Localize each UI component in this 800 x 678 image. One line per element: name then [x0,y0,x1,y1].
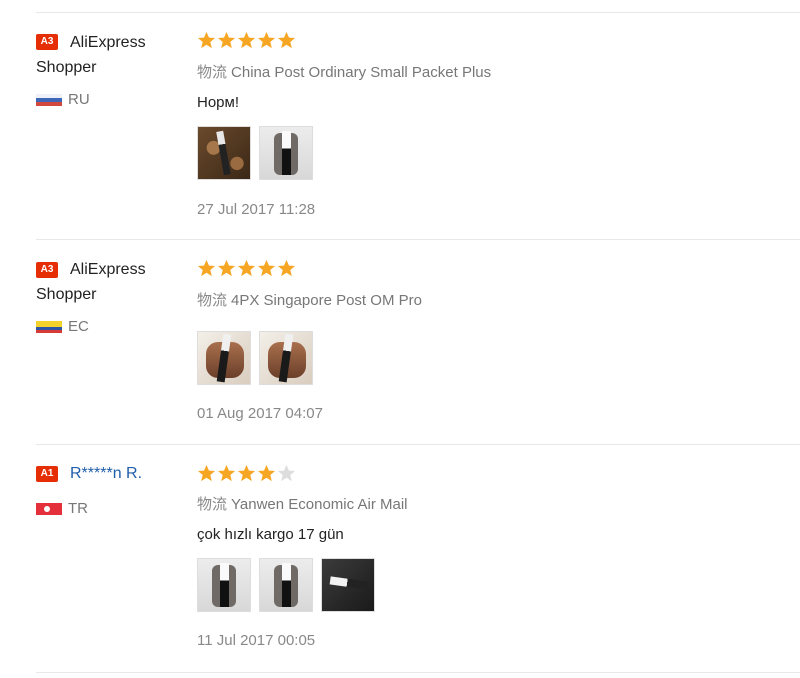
country-code: TR [68,500,88,517]
review-date: 11 Jul 2017 00:05 [197,632,316,649]
review-comment: Норм! [197,94,239,111]
review-photo-thumbnail[interactable] [321,558,375,612]
country-code: RU [68,91,90,108]
review-photos [197,126,313,180]
russia-flag-icon [36,93,62,106]
review-photos [197,558,375,612]
review-photo-thumbnail[interactable] [259,558,313,612]
review-photo-thumbnail[interactable] [259,126,313,180]
star-filled-icon [217,464,236,482]
logistics-label: 物流 [197,292,228,309]
buyer-name-line1: AliExpress [70,261,146,278]
divider [36,239,800,240]
divider-top [36,12,800,13]
country-code: EC [68,318,89,335]
buyer-name[interactable]: R*****n R. [36,461,186,486]
star-filled-icon [237,31,256,49]
buyer-country: RU [36,91,90,108]
shipping-method: 物流 Yanwen Economic Air Mail [197,493,407,514]
review-photo-thumbnail[interactable] [197,331,251,385]
buyer-name-line2: Shopper [36,59,97,76]
star-filled-icon [257,259,276,277]
review-photo-thumbnail[interactable] [197,558,251,612]
star-filled-icon [237,259,256,277]
star-filled-icon [277,259,296,277]
buyer-name: AliExpress Shopper [36,30,186,80]
buyer-country: EC [36,318,89,335]
review-date: 01 Aug 2017 04:07 [197,405,323,422]
star-filled-icon [257,464,276,482]
shipping-method-name: China Post Ordinary Small Packet Plus [231,64,492,81]
star-filled-icon [217,31,236,49]
star-filled-icon [197,259,216,277]
star-rating [197,259,296,278]
star-filled-icon [237,464,256,482]
buyer-name: AliExpress Shopper [36,257,186,307]
review-date: 27 Jul 2017 11:28 [197,201,316,218]
buyer-name-line1[interactable]: R*****n R. [36,461,186,486]
buyer-name-line2: Shopper [36,286,97,303]
buyer-country: TR [36,500,88,517]
star-rating [197,31,296,50]
shipping-method: 物流 China Post Ordinary Small Packet Plus [197,61,491,82]
divider [36,444,800,445]
divider [36,672,800,673]
star-filled-icon [257,31,276,49]
star-empty-icon [277,464,296,482]
review-photo-thumbnail[interactable] [259,331,313,385]
turkey-flag-icon [36,502,62,515]
buyer-name-line1: AliExpress [70,34,146,51]
star-filled-icon [197,464,216,482]
shipping-method-name: Yanwen Economic Air Mail [231,496,408,513]
review-photos [197,331,313,385]
star-filled-icon [277,31,296,49]
star-rating [197,464,296,483]
review-comment: çok hızlı kargo 17 gün [197,526,344,543]
review-photo-thumbnail[interactable] [197,126,251,180]
star-filled-icon [217,259,236,277]
star-filled-icon [197,31,216,49]
shipping-method-name: 4PX Singapore Post OM Pro [231,292,422,309]
logistics-label: 物流 [197,64,228,81]
logistics-label: 物流 [197,496,228,513]
shipping-method: 物流 4PX Singapore Post OM Pro [197,289,422,310]
ecuador-flag-icon [36,320,62,333]
